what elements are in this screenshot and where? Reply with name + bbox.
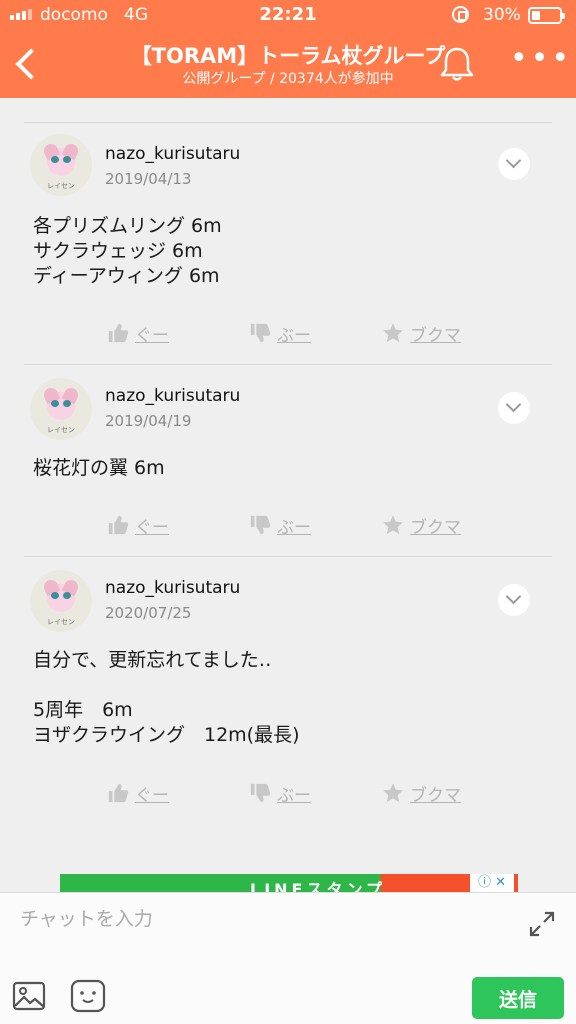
thumbs-down-icon <box>250 515 271 535</box>
expand-icon[interactable] <box>527 909 557 939</box>
good-button[interactable]: ぐー <box>107 318 169 348</box>
message-post: レイセン nazo_kurisutaru 2020/07/25 自分で、更新忘れ… <box>0 570 576 760</box>
message-text: 桜花灯の翼 6m <box>33 457 165 479</box>
bookmark-button[interactable]: ブクマ <box>382 510 461 540</box>
divider <box>24 122 552 123</box>
username[interactable]: nazo_kurisutaru <box>105 386 240 406</box>
message-text: 自分で、更新忘れてました‥ 5周年 6m ヨザクラウイング 12m(最長) <box>33 649 300 746</box>
thumbs-up-icon <box>108 783 129 803</box>
star-icon <box>383 515 403 534</box>
chevron-down-icon[interactable] <box>498 148 530 180</box>
chat-composer: 送信 <box>0 892 576 1024</box>
star-icon <box>383 783 403 802</box>
good-button[interactable]: ぐー <box>107 778 169 808</box>
back-button[interactable] <box>6 44 46 84</box>
divider <box>24 556 552 557</box>
reaction-bar: ぐー ぶー ブクマ <box>0 510 576 540</box>
bookmark-button[interactable]: ブクマ <box>382 778 461 808</box>
chat-input[interactable] <box>0 893 576 945</box>
avatar[interactable]: レイセン <box>30 570 92 632</box>
ad-close-button[interactable]: ⓘ ✕ <box>470 874 514 892</box>
star-icon <box>383 323 403 342</box>
chevron-down-icon[interactable] <box>498 392 530 424</box>
send-button[interactable]: 送信 <box>472 977 564 1019</box>
username[interactable]: nazo_kurisutaru <box>105 578 240 598</box>
sticker-icon[interactable] <box>70 979 106 1013</box>
bad-button[interactable]: ぶー <box>249 510 311 540</box>
battery-icon <box>528 7 565 24</box>
ad-banner[interactable]: LINEスタンプ ⓘ ✕ <box>60 874 518 892</box>
reaction-bar: ぐー ぶー ブクマ <box>0 778 576 808</box>
image-icon[interactable] <box>12 981 46 1011</box>
thumbs-up-icon <box>108 515 129 535</box>
thumbs-down-icon <box>250 783 271 803</box>
username[interactable]: nazo_kurisutaru <box>105 144 240 164</box>
bad-button[interactable]: ぶー <box>249 318 311 348</box>
post-date: 2019/04/19 <box>105 412 192 430</box>
avatar[interactable]: レイセン <box>30 378 92 440</box>
bad-button[interactable]: ぶー <box>249 778 311 808</box>
post-date: 2020/07/25 <box>105 604 192 622</box>
bookmark-button[interactable]: ブクマ <box>382 318 461 348</box>
bell-icon[interactable] <box>438 44 476 84</box>
status-bar: docomo 4G 22:21 30% <box>0 0 576 30</box>
message-text: 各プリズムリング 6m サクラウェッジ 6m ディーアウィング 6m <box>33 215 222 287</box>
post-date: 2019/04/13 <box>105 170 192 188</box>
more-menu-button[interactable]: ••• <box>510 44 569 78</box>
ad-text: LINEスタンプ <box>250 880 386 892</box>
thumbs-down-icon <box>250 323 271 343</box>
good-button[interactable]: ぐー <box>107 510 169 540</box>
divider <box>24 364 552 365</box>
reaction-bar: ぐー ぶー ブクマ <box>0 318 576 348</box>
battery-percent: 30% <box>483 5 521 25</box>
thumbs-up-icon <box>108 323 129 343</box>
rotation-lock-icon <box>452 6 469 23</box>
message-feed[interactable]: レイセン nazo_kurisutaru 2019/04/13 各プリズムリング… <box>0 98 576 890</box>
chevron-down-icon[interactable] <box>498 584 530 616</box>
message-post: レイセン nazo_kurisutaru 2019/04/19 桜花灯の翼 6m <box>0 378 576 498</box>
avatar[interactable]: レイセン <box>30 134 92 196</box>
app-header: docomo 4G 22:21 30% 【TORAM】トーラム杖グループ 公開グ… <box>0 0 576 98</box>
